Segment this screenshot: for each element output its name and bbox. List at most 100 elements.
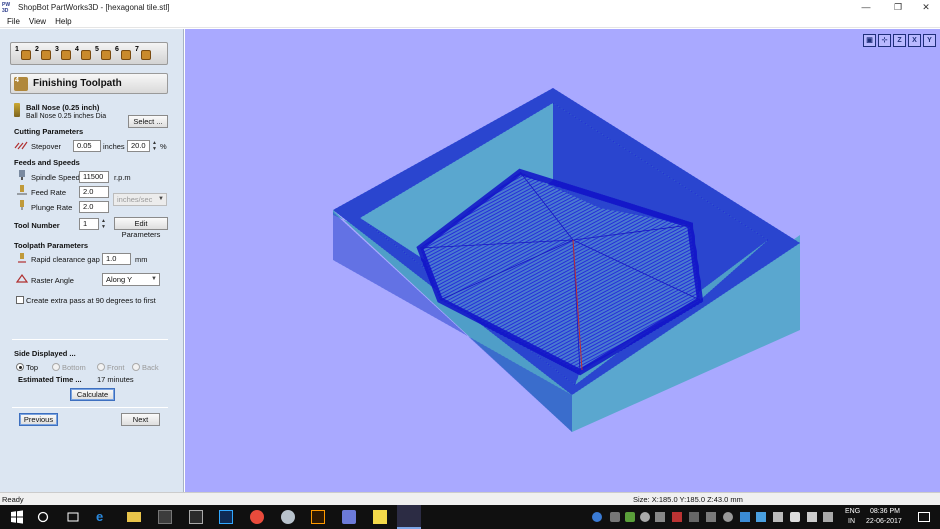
side-top-label: Top bbox=[26, 363, 39, 372]
edit-parameters-button[interactable]: Edit Parameters bbox=[114, 217, 168, 239]
title-bar: PW 3D ShopBot PartWorks3D - [hexagonal t… bbox=[0, 0, 940, 15]
rapid-clearance-input[interactable]: 1.0 bbox=[102, 253, 131, 265]
network-icon[interactable] bbox=[773, 512, 783, 522]
feed-units-select[interactable]: inches/sec ▼ bbox=[113, 193, 167, 206]
toolpath-parameters-heading: Toolpath Parameters bbox=[14, 241, 89, 250]
task-view-icon[interactable] bbox=[66, 510, 80, 524]
search-icon[interactable] bbox=[36, 510, 50, 524]
tray-icon[interactable] bbox=[655, 512, 665, 522]
tray-icon[interactable] bbox=[756, 512, 766, 522]
keyboard-icon[interactable] bbox=[823, 512, 833, 522]
close-button[interactable]: ✕ bbox=[910, 0, 940, 15]
tray-icon[interactable] bbox=[592, 512, 602, 522]
sticky-notes-icon[interactable] bbox=[373, 510, 387, 524]
raster-angle-label: Raster Angle bbox=[31, 276, 74, 285]
stepover-icon bbox=[14, 141, 28, 150]
select-tool-button[interactable]: Select ... bbox=[128, 115, 168, 128]
notifications-icon[interactable] bbox=[918, 512, 930, 522]
menu-file[interactable]: File bbox=[7, 17, 20, 26]
tray-icon[interactable] bbox=[689, 512, 699, 522]
spindle-icon bbox=[19, 170, 25, 180]
photoshop-icon[interactable] bbox=[219, 510, 233, 524]
side-displayed-heading: Side Displayed ... bbox=[14, 349, 76, 358]
side-front-radio[interactable] bbox=[97, 363, 105, 371]
raster-angle-select[interactable]: Along Y ▼ bbox=[102, 273, 160, 286]
menu-bar: File View Help bbox=[0, 15, 940, 28]
feed-rate-label: Feed Rate bbox=[31, 188, 67, 197]
plunge-rate-label: Plunge Rate bbox=[31, 203, 73, 212]
step-6-button[interactable]: 6 bbox=[115, 46, 133, 62]
step-4-icon bbox=[81, 49, 91, 60]
minimize-button[interactable]: — bbox=[850, 0, 882, 15]
stepover-input[interactable]: 0.05 bbox=[73, 140, 101, 152]
raster-angle-icon bbox=[16, 273, 28, 283]
tool-number-spinner[interactable]: ▲ ▼ bbox=[100, 218, 107, 230]
tool-description: Ball Nose 0.25 inches Dia bbox=[26, 113, 107, 120]
extra-pass-checkbox[interactable] bbox=[16, 296, 24, 304]
step-5-button[interactable]: 5 bbox=[95, 46, 113, 62]
side-back-radio[interactable] bbox=[132, 363, 140, 371]
battery-icon[interactable] bbox=[790, 512, 800, 522]
file-explorer-icon[interactable] bbox=[127, 512, 141, 522]
tool-number-label: Tool Number bbox=[14, 221, 60, 230]
language-code[interactable]: ENG bbox=[845, 508, 860, 515]
menu-view[interactable]: View bbox=[29, 17, 46, 26]
rapid-clearance-unit: mm bbox=[135, 255, 148, 264]
side-bottom-label: Bottom bbox=[62, 363, 86, 372]
volume-icon[interactable] bbox=[807, 512, 817, 522]
spindle-unit: r.p.m bbox=[114, 173, 131, 182]
language-region[interactable]: IN bbox=[848, 518, 855, 525]
3d-viewport[interactable]: ▣ ⊹ Z X Y bbox=[185, 29, 940, 492]
status-bar: Ready Size: X:185.0 Y:185.0 Z:43.0 mm bbox=[0, 492, 940, 505]
chrome-icon[interactable] bbox=[250, 510, 264, 524]
side-top-radio[interactable] bbox=[16, 363, 24, 371]
step-7-icon bbox=[141, 49, 151, 60]
rapid-clearance-icon bbox=[18, 253, 26, 263]
partworks3d-taskbar-icon[interactable] bbox=[397, 505, 421, 529]
tray-icon[interactable] bbox=[723, 512, 733, 522]
tray-icon[interactable] bbox=[610, 512, 620, 522]
step-6-icon bbox=[121, 49, 131, 60]
feed-rate-icon bbox=[17, 185, 27, 195]
app-icon-2[interactable] bbox=[342, 510, 356, 524]
side-bottom-radio[interactable] bbox=[52, 363, 60, 371]
step-4-button[interactable]: 4 bbox=[75, 46, 93, 62]
tray-icon[interactable] bbox=[625, 512, 635, 522]
step-2-button[interactable]: 2 bbox=[35, 46, 53, 62]
estimated-time-value: 17 minutes bbox=[97, 375, 134, 384]
plunge-rate-input[interactable]: 2.0 bbox=[79, 201, 109, 213]
tray-icon[interactable] bbox=[740, 512, 750, 522]
plunge-rate-icon bbox=[20, 200, 24, 210]
step-toolbar: 1 2 3 4 5 6 7 bbox=[10, 42, 168, 65]
clock-time[interactable]: 08:36 PM bbox=[870, 508, 900, 515]
stepover-percent-input[interactable]: 20.0 bbox=[127, 140, 150, 152]
stepover-percent-spinner[interactable]: ▲ ▼ bbox=[151, 140, 158, 152]
step-5-icon bbox=[101, 49, 111, 60]
step-7-button[interactable]: 7 bbox=[135, 46, 153, 62]
previous-button[interactable]: Previous bbox=[19, 413, 58, 426]
tray-icon[interactable] bbox=[672, 512, 682, 522]
calculate-button[interactable]: Calculate bbox=[70, 388, 115, 401]
tool-number-input[interactable]: 1 bbox=[79, 218, 99, 230]
chevron-down-icon: ▼ bbox=[158, 196, 164, 202]
spindle-speed-label: Spindle Speed bbox=[31, 173, 80, 182]
step-1-button[interactable]: 1 bbox=[15, 46, 33, 62]
tray-icon[interactable] bbox=[706, 512, 716, 522]
next-button[interactable]: Next bbox=[121, 413, 160, 426]
chevron-down-icon: ▼ bbox=[151, 276, 157, 282]
feed-rate-input[interactable]: 2.0 bbox=[79, 186, 109, 198]
clock-date[interactable]: 22-06-2017 bbox=[866, 518, 902, 525]
menu-help[interactable]: Help bbox=[55, 17, 71, 26]
tray-icon[interactable] bbox=[640, 512, 650, 522]
store-icon[interactable] bbox=[158, 510, 172, 524]
estimated-time-label: Estimated Time ... bbox=[18, 375, 82, 384]
calculator-icon[interactable] bbox=[189, 510, 203, 524]
windows-start-icon[interactable] bbox=[10, 510, 24, 524]
illustrator-icon[interactable] bbox=[311, 510, 325, 524]
spindle-speed-input[interactable]: 11500 bbox=[79, 171, 109, 183]
app-icon[interactable] bbox=[281, 510, 295, 524]
edge-browser-icon[interactable]: e bbox=[96, 510, 110, 524]
finishing-toolpath-icon bbox=[14, 76, 28, 91]
toolpath-panel: 1 2 3 4 5 6 7 Finishing Toolpath Ball No… bbox=[0, 29, 184, 492]
step-3-button[interactable]: 3 bbox=[55, 46, 73, 62]
